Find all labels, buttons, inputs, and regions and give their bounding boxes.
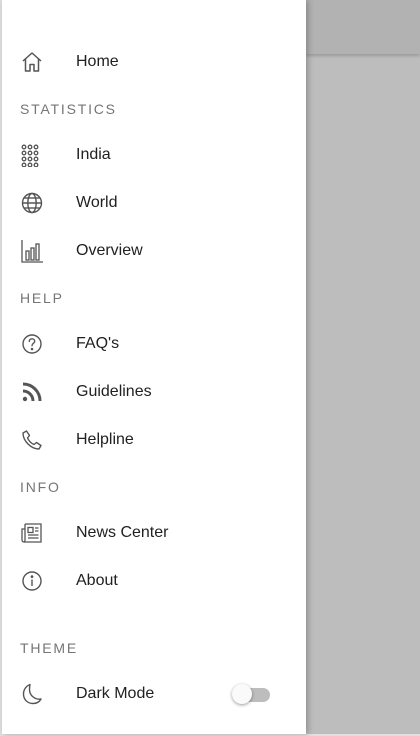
- info-icon: [20, 569, 44, 593]
- drawer-item-news-center[interactable]: News Center: [2, 509, 306, 557]
- drawer-item-label: Helpline: [76, 431, 134, 448]
- section-header-help: HELP: [20, 290, 64, 306]
- bar-chart-icon: [20, 239, 44, 263]
- drawer-item-label: FAQ's: [76, 335, 120, 352]
- drawer-item-overview[interactable]: Overview: [2, 227, 306, 275]
- drawer-item-world[interactable]: World: [2, 179, 306, 227]
- rss-feed-icon: [20, 380, 44, 404]
- toggle-thumb: [232, 684, 252, 704]
- drawer-item-label: India: [76, 146, 111, 163]
- drawer-item-home[interactable]: Home: [2, 38, 306, 86]
- drawer-item-india[interactable]: India: [2, 131, 306, 179]
- home-icon: [20, 50, 44, 74]
- section-header-theme: THEME: [20, 640, 78, 656]
- drawer-item-helpline[interactable]: Helpline: [2, 416, 306, 464]
- drawer-item-label: World: [76, 194, 118, 211]
- help-circle-icon: [20, 332, 44, 356]
- phone-icon: [20, 428, 44, 452]
- globe-icon: [20, 191, 44, 215]
- drawer-item-label: Guidelines: [76, 383, 152, 400]
- drawer-item-label: About: [76, 572, 118, 589]
- drawer-item-label: Home: [76, 53, 119, 70]
- drawer-item-faqs[interactable]: FAQ's: [2, 320, 306, 368]
- drawer-item-label: Overview: [76, 242, 143, 259]
- drawer-item-about[interactable]: About: [2, 557, 306, 605]
- app-bar: [306, 0, 420, 54]
- newspaper-icon: [20, 521, 44, 545]
- drawer-item-label: Dark Mode: [76, 685, 155, 702]
- moon-icon: [20, 682, 44, 706]
- section-header-info: INFO: [20, 479, 61, 495]
- navigation-drawer: Home STATISTICS India World Overview HEL…: [2, 0, 306, 734]
- apps-grid-icon: [20, 143, 44, 167]
- drawer-item-guidelines[interactable]: Guidelines: [2, 368, 306, 416]
- drawer-item-dark-mode[interactable]: Dark Mode: [2, 670, 306, 718]
- dark-mode-toggle[interactable]: [232, 683, 272, 705]
- section-header-statistics: STATISTICS: [20, 101, 117, 117]
- drawer-item-label: News Center: [76, 524, 169, 541]
